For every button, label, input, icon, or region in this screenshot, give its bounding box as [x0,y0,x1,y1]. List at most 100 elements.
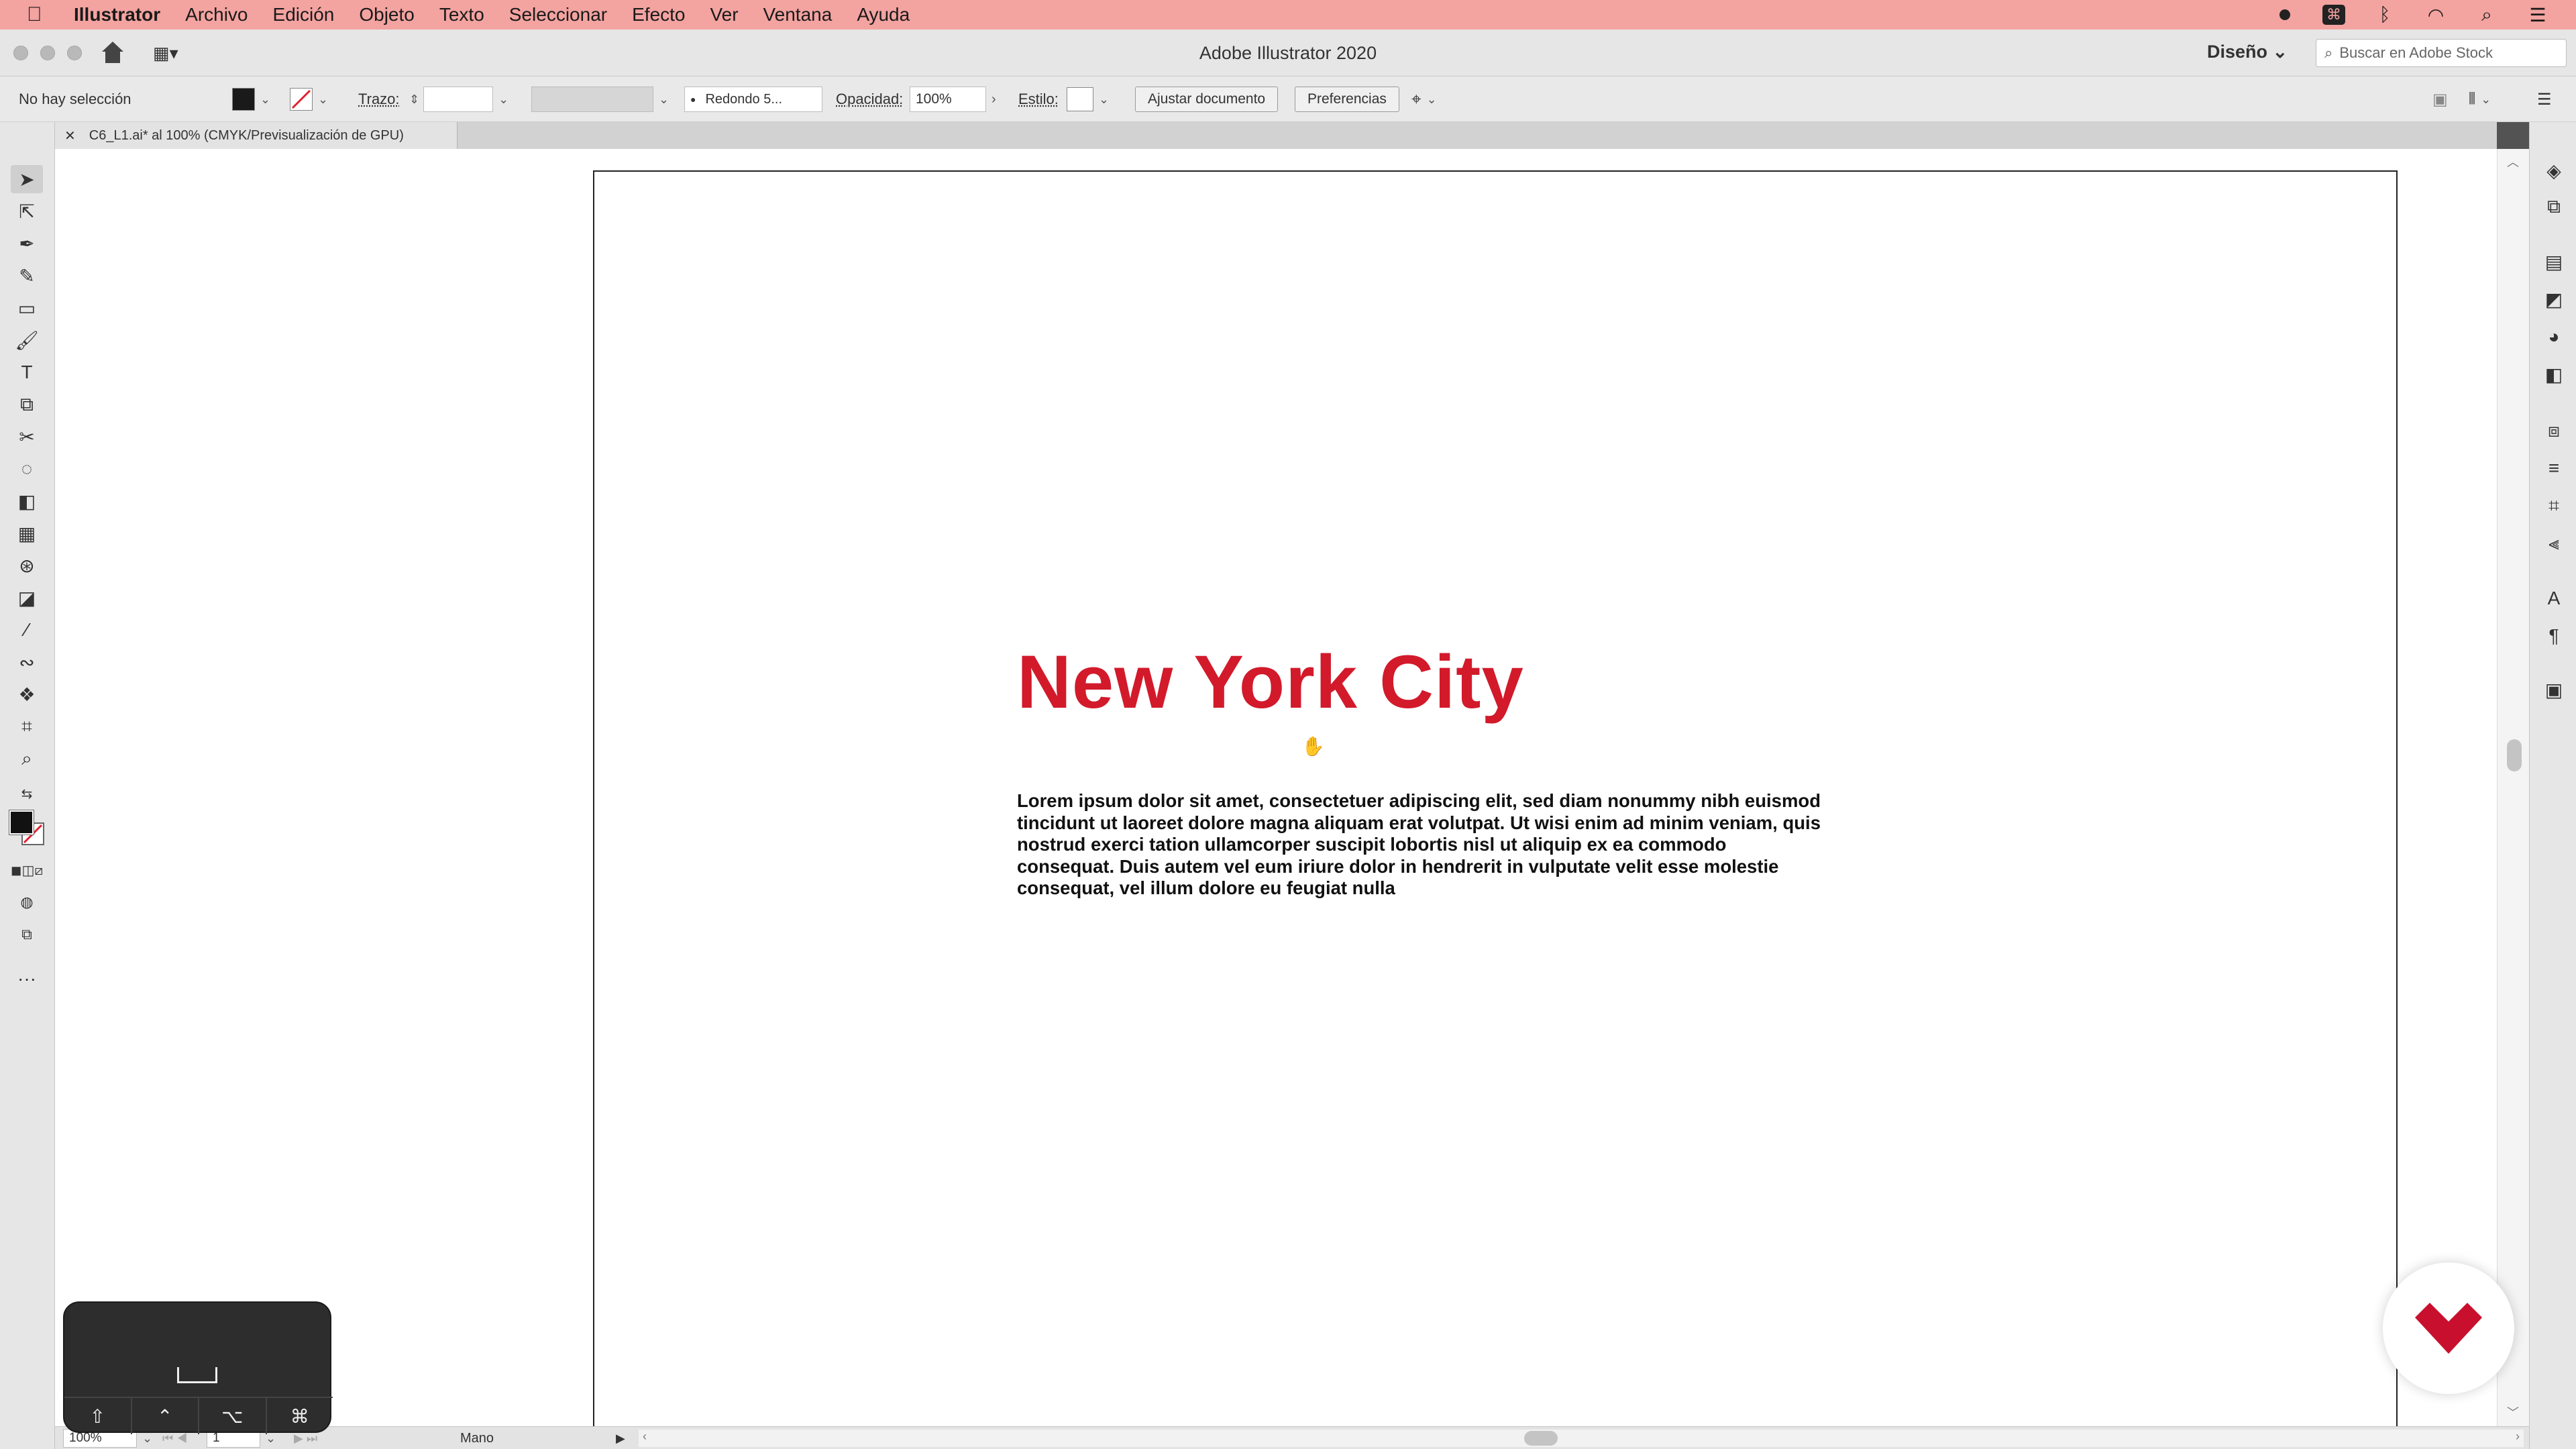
chevron-down-icon[interactable]: ⌄ [1427,93,1437,107]
draw-mode-icon[interactable]: ◍ [11,888,43,916]
select-similar-icon[interactable]: ⌖ [1411,89,1421,110]
more-tools-icon[interactable]: ··· [11,965,43,993]
fill-box[interactable] [9,810,34,835]
wifi-icon[interactable]: ◠ [2424,5,2447,25]
type-tool-icon[interactable]: T [11,358,43,386]
panel-menu-icon[interactable]: ☰ [2537,76,2552,122]
menu-ayuda[interactable]: Ayuda [857,4,910,25]
menu-ventana[interactable]: Ventana [763,4,833,25]
vertical-scroll-thumb[interactable] [2507,739,2522,771]
paintbrush-tool-icon[interactable]: 🖌 [11,326,43,354]
menu-texto[interactable]: Texto [439,4,484,25]
scroll-left-icon[interactable]: ‹ [643,1430,647,1444]
scroll-down-icon[interactable]: ﹀ [2507,1403,2519,1421]
chevron-right-icon[interactable]: › [991,92,996,107]
opacity-input[interactable]: 100% [910,87,986,112]
spotlight-search-icon[interactable]: ⌕ [2475,4,2498,25]
color-mode-icons[interactable]: ◼◫⧄ [11,856,43,884]
command-icon[interactable]: ⌘ [2322,5,2345,25]
stroke-weight-control[interactable]: ⇕ ⌄ [409,76,508,122]
fill-swatch[interactable] [232,88,255,111]
horizontal-scrollbar[interactable]: ‹ › [639,1430,2524,1447]
document-tab[interactable]: ✕ C6_L1.ai* al 100% (CMYK/Previsualizaci… [55,122,458,149]
status-menu-arrow-icon[interactable]: ▶ [616,1427,625,1449]
screen-mode-icon[interactable]: ⧉ [11,920,43,949]
preferences-button[interactable]: Preferencias [1295,87,1399,112]
fill-control[interactable]: ⌄ [232,76,270,122]
rectangle-tool-icon[interactable]: ▭ [11,294,43,322]
fill-stroke-widget[interactable] [8,810,48,848]
mesh-tool-icon[interactable]: ▦ [11,519,43,547]
live-paint-tool-icon[interactable]: ◪ [11,584,43,612]
stroke-swatch-none[interactable] [290,88,313,111]
width-profile-field[interactable] [531,87,653,112]
control-center-icon[interactable]: ☰ [2526,5,2549,25]
opacity-control[interactable]: 100% › [910,76,996,122]
variable-width-profile[interactable]: ⌄ [531,76,669,122]
menu-ver[interactable]: Ver [710,4,739,25]
menu-app[interactable]: Illustrator [74,4,160,25]
swap-fill-stroke-icon[interactable]: ⇆ [11,780,43,808]
style-swatch[interactable] [1067,87,1093,111]
blend-tool-icon[interactable]: ∾ [11,648,43,676]
swatches-icon[interactable]: ◩ [2540,286,2567,313]
menu-objeto[interactable]: Objeto [359,4,415,25]
scroll-up-icon[interactable]: ︿ [2507,153,2519,170]
layers-icon[interactable]: ◈ [2540,157,2567,184]
horizontal-scroll-thumb[interactable] [1524,1431,1558,1446]
chevron-down-icon[interactable]: ⌄ [498,93,508,107]
opacity-label[interactable]: Opacidad: [836,76,903,122]
headline-text[interactable]: New York City [1017,639,1524,725]
apple-icon[interactable]:  [27,3,54,26]
pen-tool-icon[interactable]: ✒ [11,229,43,258]
scroll-right-icon[interactable]: › [2516,1430,2520,1444]
quick-actions[interactable]: ⌖ ⌄ [1411,76,1437,122]
gradient-panel-icon[interactable]: ◧ [2540,361,2567,388]
stroke-weight-input[interactable] [423,87,494,112]
menu-efecto[interactable]: Efecto [632,4,685,25]
record-icon[interactable] [2275,5,2294,24]
scissors-tool-icon[interactable]: ✂ [11,423,43,451]
align-icon[interactable]: ▣ [2432,76,2448,122]
shape-builder-tool-icon[interactable]: ⊛ [11,551,43,580]
stroke-color-control[interactable]: ⌄ [290,76,328,122]
body-text[interactable]: Lorem ipsum dolor sit amet, consectetuer… [1017,790,1822,900]
paragraph-icon[interactable]: ¶ [2540,623,2567,649]
chevron-down-icon[interactable]: ⌄ [659,93,669,107]
workspace-switcher[interactable]: Diseño ⌄ [2207,42,2288,62]
lasso-tool-icon[interactable]: ◌ [11,455,43,483]
distribute-icon[interactable]: ⫴ ⌄ [2469,76,2491,122]
chevron-down-icon[interactable]: ⌄ [318,93,328,107]
curvature-tool-icon[interactable]: ✎ [11,262,43,290]
selection-tool-icon[interactable]: ➤ [11,165,43,193]
pathfinder-icon[interactable]: ⧈ [2540,417,2567,444]
eyedropper-tool-icon[interactable]: ⁄ [11,616,43,644]
menu-seleccionar[interactable]: Seleccionar [509,4,607,25]
menu-archivo[interactable]: Archivo [185,4,248,25]
color-icon[interactable]: ◕ [2540,323,2567,350]
character-icon[interactable]: A [2540,585,2567,612]
scale-tool-icon[interactable]: ⧉ [11,390,43,419]
menu-edicion[interactable]: Edición [273,4,335,25]
vertical-scrollbar[interactable]: ︿ ﹀ [2497,149,2529,1426]
asset-export-icon[interactable]: ▣ [2540,676,2567,703]
zoom-tool-icon[interactable]: ⌕ [11,745,43,773]
chevron-down-icon[interactable]: ⌄ [2481,93,2491,107]
artboard-tool-icon[interactable]: ⌗ [11,712,43,741]
direct-selection-tool-icon[interactable]: ⇱ [11,197,43,225]
close-icon[interactable]: ✕ [64,127,76,144]
symbol-sprayer-tool-icon[interactable]: ❖ [11,680,43,708]
stepper-icon[interactable]: ⇕ [409,93,419,107]
adjust-document-button[interactable]: Ajustar documento [1135,87,1279,112]
bluetooth-icon[interactable]: ᛒ [2373,4,2396,25]
chevron-down-icon[interactable]: ⌄ [1099,93,1109,107]
canvas[interactable]: New York City ✋ Lorem ipsum dolor sit am… [55,149,2497,1445]
brush-field[interactable]: ● Redondo 5... [684,87,822,112]
style-label[interactable]: Estilo: [1018,76,1059,122]
brush-definition[interactable]: ● Redondo 5... [684,76,822,122]
stroke-label[interactable]: Trazo: [358,76,400,122]
libraries-icon[interactable]: ⧉ [2540,193,2567,220]
graphic-style-control[interactable]: ⌄ [1067,76,1109,122]
properties-icon[interactable]: ▤ [2540,248,2567,275]
gradient-tool-icon[interactable]: ◧ [11,487,43,515]
